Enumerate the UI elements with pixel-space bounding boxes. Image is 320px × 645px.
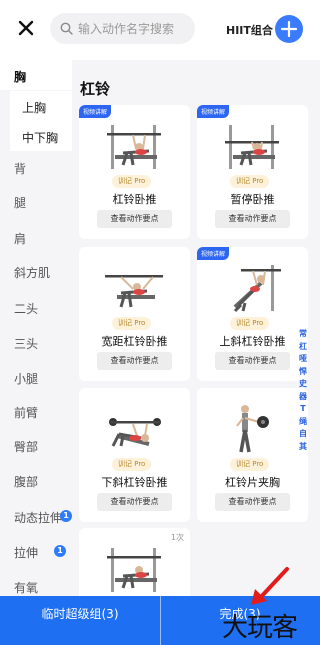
view-key-points-button[interactable]: 查看动作要点 — [97, 493, 172, 511]
video-tag: 视频讲解 — [197, 247, 230, 260]
paused-bench-press-illustration — [225, 125, 279, 169]
exercise-card[interactable]: 视频讲解 训记 Pro 上斜杠铃卧推 查看动作要点 — [197, 247, 308, 381]
add-button[interactable] — [275, 15, 303, 43]
incline-bench-press-illustration — [233, 265, 281, 313]
sidebar-item-trapezius[interactable]: 斜方肌 — [0, 264, 72, 284]
sidebar-item-stretch[interactable]: 拉伸 1 — [0, 544, 72, 564]
view-key-points-button[interactable]: 查看动作要点 — [215, 210, 290, 228]
sidebar-subitem-label: 上胸 — [22, 101, 47, 115]
exercise-card[interactable]: 训记 Pro 杠铃片夹胸 查看动作要点 — [197, 388, 308, 522]
sidebar-item-label: 小腿 — [14, 372, 39, 386]
bench-press-illustration — [107, 125, 161, 169]
exercise-name: 杠铃卧推 — [112, 193, 157, 206]
sidebar-item-label: 腿 — [14, 196, 27, 210]
sidebar-item-legs[interactable]: 腿 — [0, 194, 72, 214]
exercise-card[interactable]: 视频讲解 训记 Pro 暂停卧推 查看动作要点 — [197, 105, 308, 239]
exercise-card[interactable]: 1次 — [79, 528, 190, 600]
search-box[interactable] — [50, 13, 195, 44]
sidebar-item-label: 背 — [14, 162, 27, 176]
sidebar-item-label: 有氧 — [14, 581, 39, 595]
temp-superset-button[interactable]: 临时超级组(3) — [0, 596, 160, 645]
search-input[interactable] — [78, 21, 188, 36]
exercise-card[interactable]: 训记 Pro 下斜杠铃卧推 查看动作要点 — [79, 388, 190, 522]
exercise-card[interactable]: 视频讲解 训记 Pro 杠铃卧推 查看动作要点 — [79, 105, 190, 239]
video-tag: 视频讲解 — [197, 105, 230, 118]
exercise-name: 暂停卧推 — [230, 193, 275, 206]
pro-badge: 训记 Pro — [112, 317, 152, 330]
close-icon — [18, 20, 34, 36]
sidebar-item-dynamic-stretch[interactable]: 动态拉伸 1 — [0, 509, 72, 529]
search-icon — [60, 22, 73, 35]
sidebar-item-label: 臀部 — [14, 440, 39, 454]
red-arrow-annotation — [251, 567, 289, 605]
sidebar-item-label: 胸 — [14, 70, 27, 84]
sidebar-item-label: 腹部 — [14, 475, 39, 489]
plus-icon — [280, 20, 298, 38]
pro-badge: 训记 Pro — [112, 458, 152, 471]
exercise-name: 上斜杠铃卧推 — [219, 335, 286, 348]
category-sidebar: 胸 上胸 中下胸 背 腿 肩 斜方肌 二头 三头 小腿 前臂 臀部 腹部 动态拉… — [0, 60, 72, 600]
sidebar-subitem-upper-chest[interactable]: 上胸 — [10, 91, 72, 121]
sidebar-item-abs[interactable]: 腹部 — [0, 473, 72, 493]
exercise-card[interactable]: 训记 Pro 宽距杠铃卧推 查看动作要点 — [79, 247, 190, 381]
sidebar-item-glutes[interactable]: 臀部 — [0, 438, 72, 458]
hiit-combo-label[interactable]: HIIT组合 — [226, 22, 273, 38]
sidebar-item-label: 二头 — [14, 302, 39, 316]
pro-badge: 训记 Pro — [230, 458, 270, 471]
view-key-points-button[interactable]: 查看动作要点 — [215, 352, 290, 370]
sidebar-item-forearms[interactable]: 前臂 — [0, 404, 72, 424]
sidebar-item-label: 斜方肌 — [14, 266, 51, 280]
sidebar-item-label: 三头 — [14, 337, 39, 351]
view-key-points-button[interactable]: 查看动作要点 — [215, 493, 290, 511]
sidebar-subitem-label: 中下胸 — [22, 131, 59, 145]
video-tag: 视频讲解 — [79, 105, 112, 118]
sidebar-item-label: 拉伸 — [14, 546, 39, 560]
bench-press-illustration — [107, 548, 161, 592]
top-bar: HIIT组合 — [0, 0, 320, 60]
watermark-logo: 大玩客 — [222, 613, 298, 643]
sidebar-item-label: 肩 — [14, 232, 27, 246]
exercise-name: 杠铃片夹胸 — [225, 476, 280, 489]
sidebar-item-back[interactable]: 背 — [0, 160, 72, 180]
sidebar-item-chest[interactable]: 胸 — [0, 60, 72, 90]
pro-badge: 训记 Pro — [230, 175, 270, 188]
pro-badge: 训记 Pro — [230, 317, 270, 330]
decline-bench-press-illustration — [109, 418, 161, 447]
category-title: 杠铃 — [80, 80, 111, 98]
sidebar-item-triceps[interactable]: 三头 — [0, 335, 72, 355]
sidebar-item-label: 动态拉伸 — [14, 511, 63, 525]
count-badge: 1 — [54, 545, 66, 557]
exercise-list: 杠铃 视频讲解 训记 Pro 杠铃卧推 查看动作要点 视频讲解 训记 Pro 暂… — [72, 60, 320, 600]
view-key-points-button[interactable]: 查看动作要点 — [97, 352, 172, 370]
pro-badge: 训记 Pro — [112, 175, 152, 188]
close-button[interactable] — [12, 14, 40, 42]
exercise-name: 宽距杠铃卧推 — [101, 335, 168, 348]
quick-index-bar[interactable]: 常杠哑悍史器T绳自其 — [298, 328, 308, 453]
sidebar-item-calves[interactable]: 小腿 — [0, 370, 72, 390]
view-key-points-button[interactable]: 查看动作要点 — [97, 210, 172, 228]
sidebar-item-biceps[interactable]: 二头 — [0, 300, 72, 320]
sidebar-subitem-mid-lower-chest[interactable]: 中下胸 — [10, 121, 72, 151]
exercise-name: 下斜杠铃卧推 — [101, 476, 168, 489]
usage-count: 1次 — [170, 533, 184, 542]
wide-grip-bench-press-illustration — [105, 275, 163, 308]
sidebar-item-shoulders[interactable]: 肩 — [0, 230, 72, 250]
sidebar-item-label: 前臂 — [14, 406, 39, 420]
count-badge: 1 — [60, 510, 72, 522]
plate-chest-fly-illustration — [236, 405, 269, 453]
